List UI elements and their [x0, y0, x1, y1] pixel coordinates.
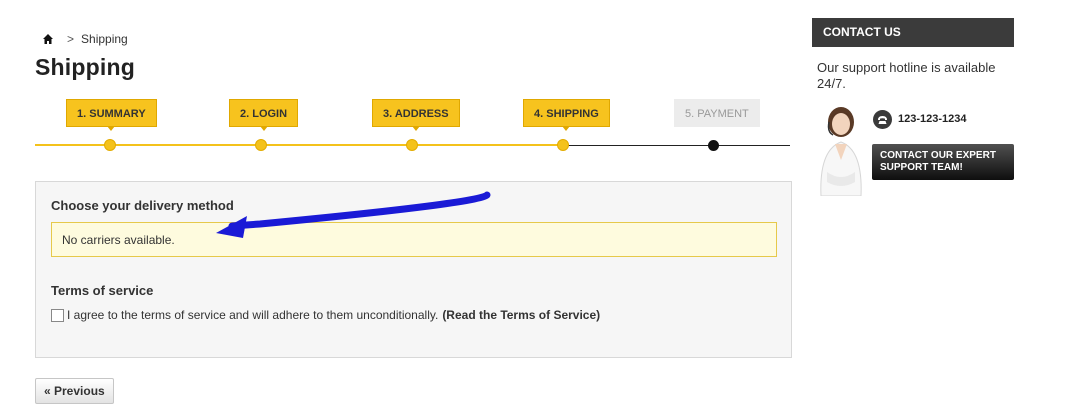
terms-title: Terms of service: [51, 283, 154, 298]
step-label: 5. PAYMENT: [685, 108, 749, 120]
terms-checkbox[interactable]: [51, 308, 64, 322]
terms-link[interactable]: (Read the Terms of Service): [442, 308, 600, 322]
step-dot-payment: [708, 139, 719, 151]
previous-button[interactable]: « Previous: [35, 378, 114, 404]
step-dot-shipping: [557, 139, 569, 151]
step-dot-address: [406, 139, 418, 151]
checkout-steps: 1. SUMMARY 2. LOGIN 3. ADDRESS 4. SHIPPI…: [35, 99, 790, 155]
step-shipping: 4. SHIPPING: [523, 99, 610, 131]
step-label: 2. LOGIN: [240, 108, 288, 120]
step-login[interactable]: 2. LOGIN: [229, 99, 299, 131]
contact-button-line2: SUPPORT TEAM!: [880, 162, 963, 173]
support-phone-number: 123-123-1234: [898, 113, 967, 125]
breadcrumb: > Shipping: [42, 32, 128, 46]
breadcrumb-current: Shipping: [81, 32, 128, 46]
contact-button-line1: CONTACT OUR EXPERT: [880, 150, 996, 161]
step-summary[interactable]: 1. SUMMARY: [66, 99, 157, 131]
step-address[interactable]: 3. ADDRESS: [372, 99, 460, 131]
support-agent-image: [820, 107, 862, 196]
step-label: 4. SHIPPING: [534, 108, 599, 120]
step-dot-login: [255, 139, 267, 151]
phone-icon: [873, 110, 892, 129]
contact-header: CONTACT US: [812, 18, 1014, 47]
step-label: 1. SUMMARY: [77, 108, 146, 120]
page-title: Shipping: [35, 54, 135, 80]
terms-agree-label[interactable]: I agree to the terms of service and will…: [67, 308, 438, 322]
step-label: 3. ADDRESS: [383, 108, 449, 120]
progress-line-remaining: [565, 144, 790, 146]
terms-agree-row: I agree to the terms of service and will…: [51, 308, 600, 322]
contact-expert-button[interactable]: CONTACT OUR EXPERT SUPPORT TEAM!: [872, 144, 1014, 180]
delivery-method-title: Choose your delivery method: [51, 198, 234, 213]
home-icon[interactable]: [42, 33, 54, 45]
no-carriers-warning: No carriers available.: [51, 222, 777, 257]
breadcrumb-separator: >: [67, 32, 75, 46]
step-dot-summary: [104, 139, 116, 151]
shipping-form-box: Choose your delivery method No carriers …: [35, 181, 792, 358]
step-payment: 5. PAYMENT: [674, 99, 760, 127]
support-hotline-text: Our support hotline is available 24/7.: [817, 60, 996, 91]
